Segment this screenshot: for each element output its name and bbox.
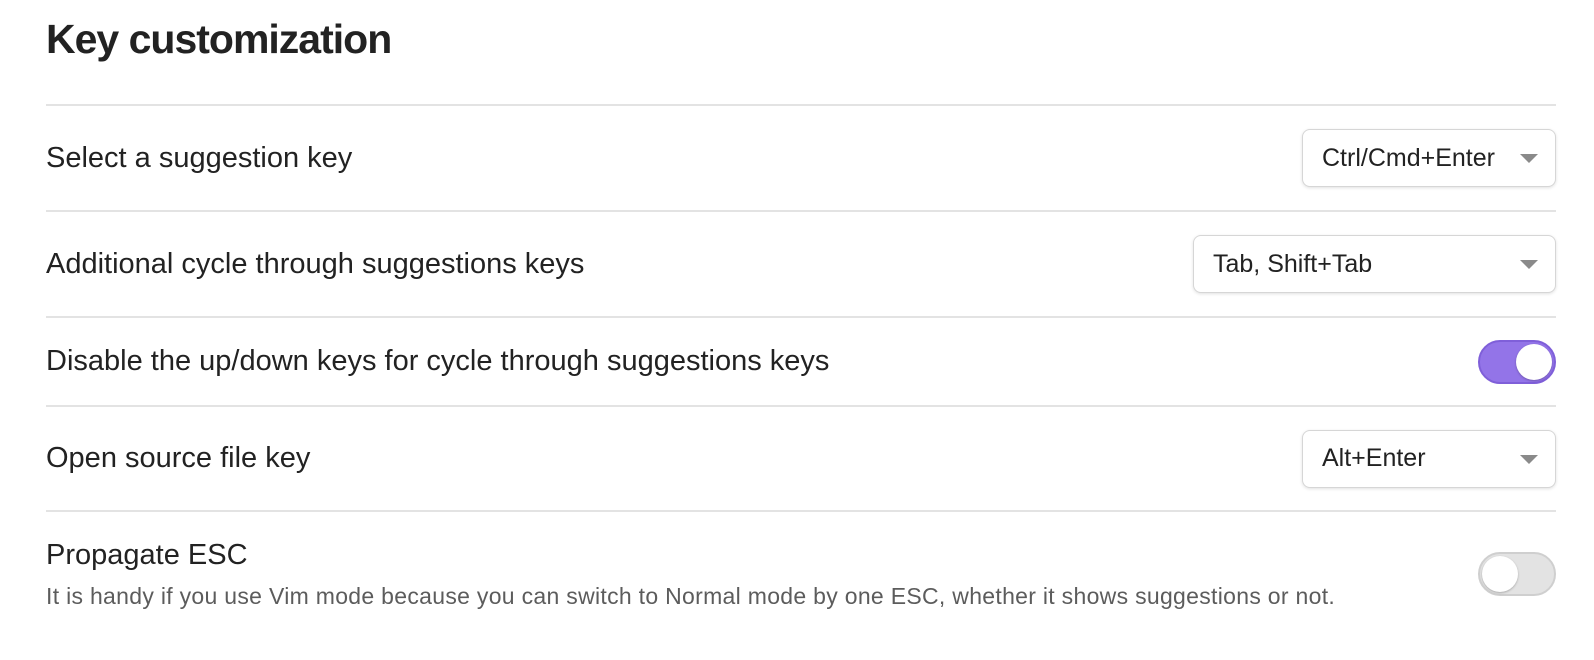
setting-row-cycle-keys: Additional cycle through suggestions key…: [46, 212, 1556, 318]
setting-row-open-source-file: Open source file key Alt+Enter: [46, 407, 1556, 512]
setting-row-suggestion-key: Select a suggestion key Ctrl/Cmd+Enter: [46, 106, 1556, 212]
setting-name: Select a suggestion key: [46, 141, 353, 174]
toggle-knob: [1516, 343, 1552, 380]
section-title: Key customization: [46, 0, 1556, 106]
setting-info: Open source file key: [46, 441, 310, 476]
open-source-file-dropdown[interactable]: Alt+Enter: [1302, 429, 1556, 488]
dropdown-value: Tab, Shift+Tab: [1213, 249, 1373, 278]
setting-row-disable-updown: Disable the up/down keys for cycle throu…: [46, 318, 1556, 407]
setting-row-propagate-esc: Propagate ESC It is handy if you use Vim…: [46, 512, 1556, 636]
setting-name: Propagate ESC: [46, 539, 248, 572]
settings-page: Key customization Select a suggestion ke…: [46, 0, 1556, 636]
setting-info: Propagate ESC It is handy if you use Vim…: [46, 538, 1335, 610]
setting-info: Additional cycle through suggestions key…: [46, 247, 584, 282]
propagate-esc-toggle[interactable]: [1478, 552, 1556, 596]
suggestion-key-dropdown[interactable]: Ctrl/Cmd+Enter: [1302, 129, 1556, 187]
setting-info: Disable the up/down keys for cycle throu…: [46, 344, 829, 379]
chevron-down-icon: [1520, 260, 1538, 269]
setting-name: Open source file key: [46, 442, 311, 475]
chevron-down-icon: [1520, 454, 1538, 464]
dropdown-value: Alt+Enter: [1322, 444, 1426, 472]
toggle-knob: [1482, 556, 1518, 592]
disable-updown-toggle[interactable]: [1478, 339, 1556, 384]
cycle-keys-dropdown[interactable]: Tab, Shift+Tab: [1193, 235, 1556, 293]
setting-name: Additional cycle through suggestions key…: [46, 247, 585, 280]
setting-description: It is handy if you use Vim mode because …: [46, 582, 1336, 609]
chevron-down-icon: [1520, 154, 1538, 163]
setting-info: Select a suggestion key: [46, 141, 352, 176]
dropdown-value: Ctrl/Cmd+Enter: [1322, 143, 1495, 172]
setting-name: Disable the up/down keys for cycle throu…: [46, 345, 830, 378]
